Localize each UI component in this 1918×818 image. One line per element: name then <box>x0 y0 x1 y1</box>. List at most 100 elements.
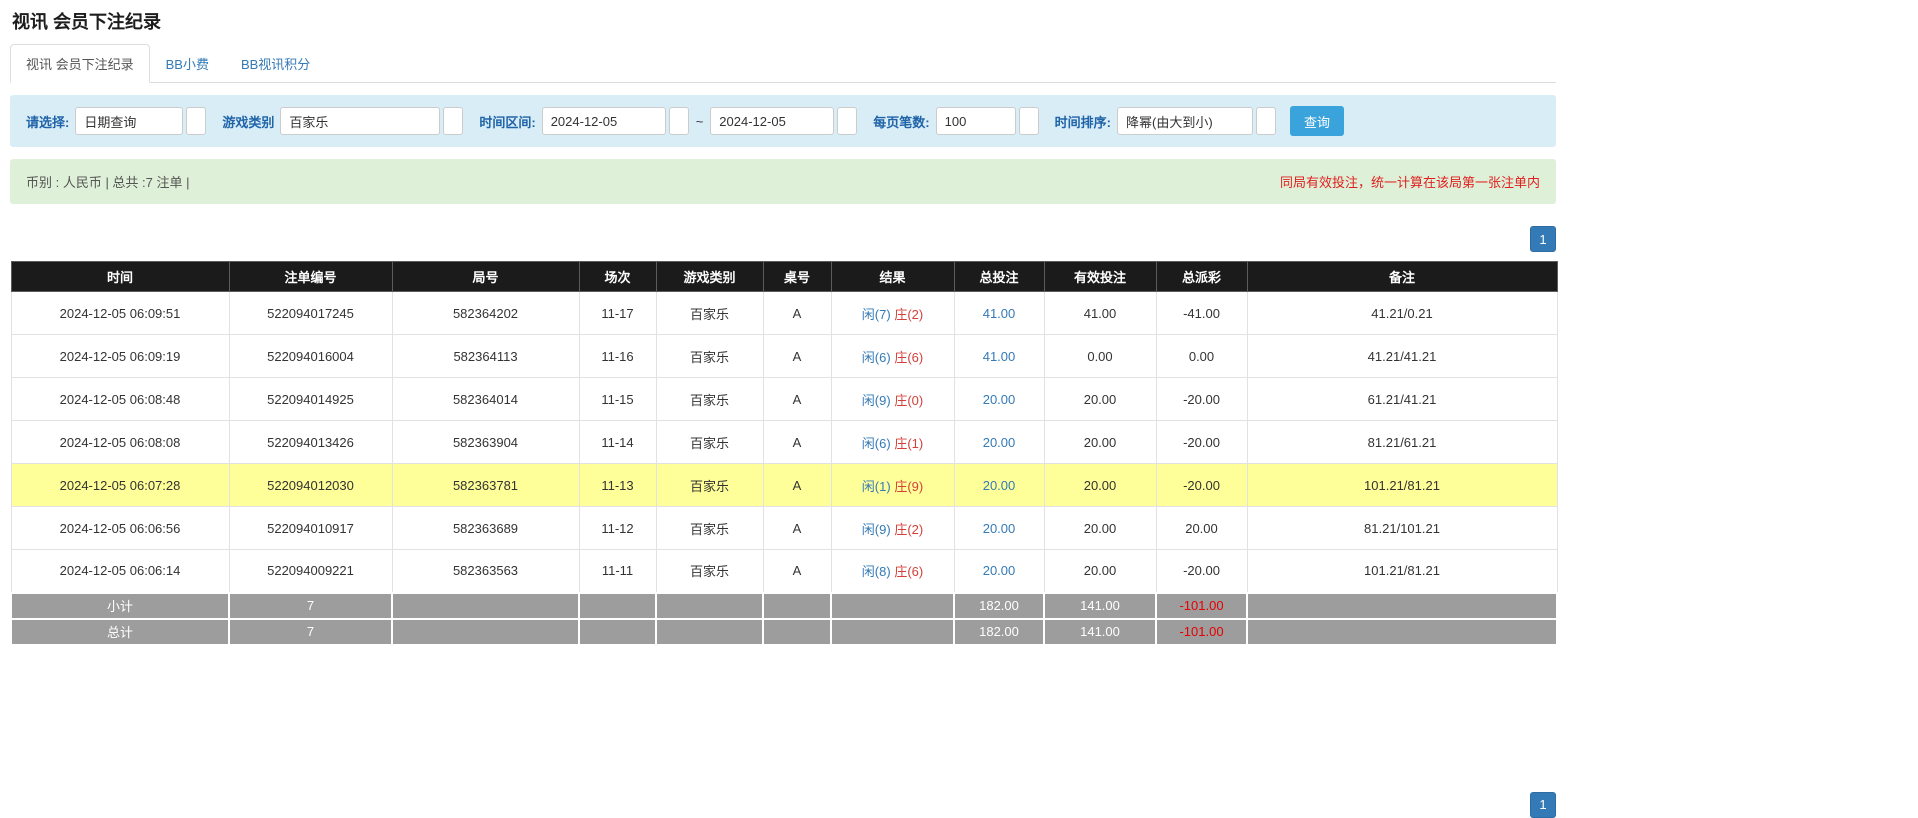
result-cell: 闲(6) 庄(6) <box>831 335 954 378</box>
table-no-cell: A <box>763 507 831 550</box>
footer-empty-cell <box>392 619 579 645</box>
pagination-top: 1 <box>10 226 1556 252</box>
session-cell: 11-13 <box>579 464 656 507</box>
result-player: 闲(6) <box>862 350 891 365</box>
table-no-cell: A <box>763 421 831 464</box>
sort-order-label: 时间排序: <box>1055 112 1111 131</box>
game-type-dropdown-button[interactable] <box>443 107 463 135</box>
round-id-cell: 582364014 <box>392 378 579 421</box>
total-bet-link[interactable]: 20.00 <box>983 392 1016 407</box>
table-no-cell: A <box>763 335 831 378</box>
result-cell: 闲(6) 庄(1) <box>831 421 954 464</box>
total-bet-link[interactable]: 41.00 <box>983 349 1016 364</box>
payout-cell: -20.00 <box>1156 378 1247 421</box>
result-banker: 庄(0) <box>894 393 923 408</box>
footer-empty-cell <box>656 593 763 619</box>
game-type-cell: 百家乐 <box>656 292 763 335</box>
bet-id-cell: 522094012030 <box>229 464 392 507</box>
time-cell: 2024-12-05 06:06:56 <box>11 507 229 550</box>
valid-bet-cell: 41.00 <box>1044 292 1156 335</box>
remark-cell: 41.21/0.21 <box>1247 292 1557 335</box>
sort-order-input[interactable] <box>1117 107 1253 135</box>
page-1-button-top[interactable]: 1 <box>1530 226 1556 252</box>
total-bet-link[interactable]: 20.00 <box>983 563 1016 578</box>
total-bet-cell: 20.00 <box>954 421 1044 464</box>
total-bet-link[interactable]: 20.00 <box>983 478 1016 493</box>
footer-empty-cell <box>392 593 579 619</box>
bet-id-cell: 522094016004 <box>229 335 392 378</box>
date-range-label: 时间区间: <box>479 112 535 131</box>
total-bet-link[interactable]: 20.00 <box>983 435 1016 450</box>
footer-empty-cell <box>1247 619 1557 645</box>
tab-bb-points[interactable]: BB视讯积分 <box>225 44 326 83</box>
search-button[interactable]: 查询 <box>1290 106 1344 136</box>
total-bet-cell: 20.00 <box>954 550 1044 593</box>
total-bet-cell: 20.00 <box>954 378 1044 421</box>
table-no-cell: A <box>763 464 831 507</box>
date-to-picker-button[interactable] <box>837 107 857 135</box>
date-from-picker-button[interactable] <box>669 107 689 135</box>
tab-betting-records[interactable]: 视讯 会员下注纪录 <box>10 44 150 83</box>
date-to-input[interactable] <box>710 107 834 135</box>
remark-cell: 81.21/61.21 <box>1247 421 1557 464</box>
table-row: 2024-12-05 06:08:48 522094014925 5823640… <box>11 378 1557 421</box>
result-player: 闲(9) <box>862 393 891 408</box>
round-id-cell: 582364113 <box>392 335 579 378</box>
sort-order-dropdown-button[interactable] <box>1256 107 1276 135</box>
footer-empty-cell <box>579 619 656 645</box>
payout-cell: 20.00 <box>1156 507 1247 550</box>
col-header-valid-bet: 有效投注 <box>1044 262 1156 292</box>
page-1-button-bottom[interactable]: 1 <box>1530 792 1556 818</box>
game-type-cell: 百家乐 <box>656 421 763 464</box>
date-query-dropdown-button[interactable] <box>186 107 206 135</box>
result-banker: 庄(1) <box>894 436 923 451</box>
game-type-input[interactable] <box>280 107 440 135</box>
result-banker: 庄(6) <box>894 350 923 365</box>
date-query-input[interactable] <box>75 107 183 135</box>
footer-empty-cell <box>763 619 831 645</box>
total-row: 总计 7 182.00 141.00 -101.00 <box>11 619 1557 645</box>
game-type-cell: 百家乐 <box>656 464 763 507</box>
session-cell: 11-12 <box>579 507 656 550</box>
result-banker: 庄(6) <box>894 564 923 579</box>
subtotal-row: 小计 7 182.00 141.00 -101.00 <box>11 593 1557 619</box>
col-header-game-type: 游戏类别 <box>656 262 763 292</box>
col-header-round-id: 局号 <box>392 262 579 292</box>
result-banker: 庄(2) <box>894 307 923 322</box>
filter-bar: 请选择: 游戏类别 时间区间: ~ 每页笔数: 时间排序: 查询 <box>10 95 1556 147</box>
col-header-time: 时间 <box>11 262 229 292</box>
date-from-input[interactable] <box>542 107 666 135</box>
table-row: 2024-12-05 06:09:19 522094016004 5823641… <box>11 335 1557 378</box>
page-container: 视讯 会员下注纪录 视讯 会员下注纪录 BB小费 BB视讯积分 请选择: 游戏类… <box>0 8 1560 818</box>
tab-bar: 视讯 会员下注纪录 BB小费 BB视讯积分 <box>10 44 1556 83</box>
total-total-bet: 182.00 <box>954 619 1044 645</box>
page-size-dropdown-button[interactable] <box>1019 107 1039 135</box>
total-bet-link[interactable]: 20.00 <box>983 521 1016 536</box>
page-size-input[interactable] <box>936 107 1016 135</box>
total-bet-cell: 20.00 <box>954 507 1044 550</box>
footer-empty-cell <box>579 593 656 619</box>
game-type-label: 游戏类别 <box>222 112 274 131</box>
table-row: 2024-12-05 06:06:14 522094009221 5823635… <box>11 550 1557 593</box>
session-cell: 11-14 <box>579 421 656 464</box>
tab-bb-tips[interactable]: BB小费 <box>150 44 225 83</box>
footer-empty-cell <box>831 619 954 645</box>
subtotal-count: 7 <box>229 593 392 619</box>
payout-cell: -20.00 <box>1156 464 1247 507</box>
game-type-cell: 百家乐 <box>656 335 763 378</box>
valid-bet-cell: 20.00 <box>1044 421 1156 464</box>
payout-cell: -20.00 <box>1156 421 1247 464</box>
payout-cell: -41.00 <box>1156 292 1247 335</box>
result-cell: 闲(8) 庄(6) <box>831 550 954 593</box>
round-id-cell: 582363781 <box>392 464 579 507</box>
col-header-result: 结果 <box>831 262 954 292</box>
bet-id-cell: 522094010917 <box>229 507 392 550</box>
remark-cell: 101.21/81.21 <box>1247 464 1557 507</box>
table-row: 2024-12-05 06:06:56 522094010917 5823636… <box>11 507 1557 550</box>
date-range-separator: ~ <box>696 114 704 129</box>
col-header-payout: 总派彩 <box>1156 262 1247 292</box>
round-id-cell: 582364202 <box>392 292 579 335</box>
total-bet-link[interactable]: 41.00 <box>983 306 1016 321</box>
remark-cell: 41.21/41.21 <box>1247 335 1557 378</box>
result-player: 闲(9) <box>862 522 891 537</box>
